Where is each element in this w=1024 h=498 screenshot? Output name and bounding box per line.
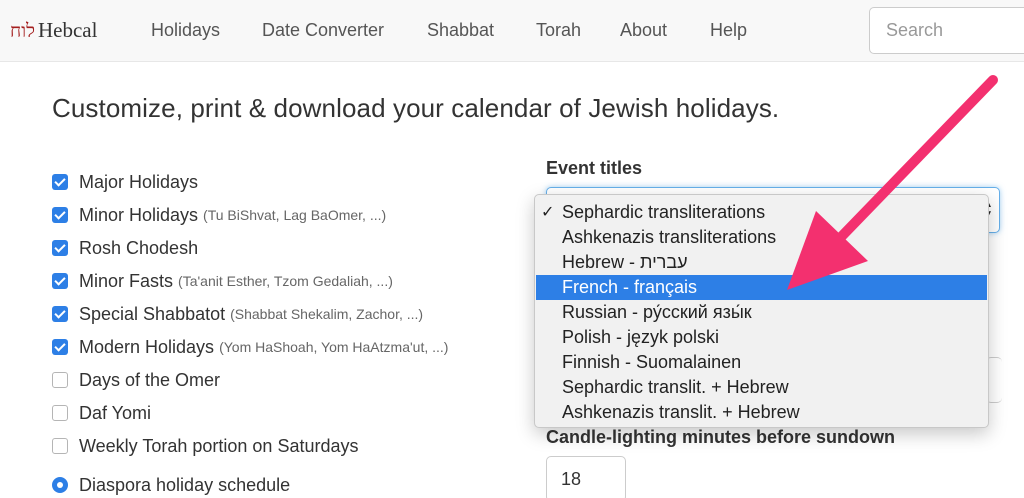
holiday-checkbox[interactable] — [52, 405, 68, 421]
dropdown-option-label: Ashkenazis translit. + Hebrew — [562, 402, 800, 422]
dropdown-option-label: Hebrew - עברית — [562, 252, 688, 272]
holiday-option-label: Minor Holidays — [79, 204, 199, 225]
holiday-option-hint: (Tu BiShvat, Lag BaOmer, ...) — [203, 207, 387, 223]
holiday-option[interactable]: Minor Holidays (Tu BiShvat, Lag BaOmer, .… — [52, 204, 386, 226]
holiday-checkbox[interactable] — [52, 273, 68, 289]
holiday-option-label: Daf Yomi — [79, 402, 152, 423]
holiday-checkbox[interactable] — [52, 207, 68, 223]
nav-date-converter[interactable]: Date Converter — [262, 20, 384, 41]
nav-shabbat[interactable]: Shabbat — [427, 20, 494, 41]
dropdown-option-label: Finnish - Suomalainen — [562, 352, 742, 372]
dropdown-option[interactable]: Finnish - Suomalainen — [535, 350, 988, 375]
holiday-option[interactable]: Modern Holidays (Yom HaShoah, Yom HaAtzma… — [52, 336, 448, 358]
dropdown-option[interactable]: French - français — [536, 275, 987, 300]
holiday-option-label: Major Holidays — [79, 171, 199, 192]
search-input[interactable] — [869, 7, 1024, 54]
dropdown-option[interactable]: Ashkenazis translit. + Hebrew — [535, 400, 988, 425]
holiday-option[interactable]: Daf Yomi — [52, 402, 151, 424]
holiday-option[interactable]: Special Shabbatot (Shabbat Shekalim, Zach… — [52, 303, 423, 325]
holiday-option[interactable]: Days of the Omer — [52, 369, 220, 391]
dropdown-option-label: Russian - ру́сский язы́к — [562, 302, 752, 322]
brand-logo[interactable]: לוח Hebcal — [10, 18, 97, 43]
dropdown-option[interactable]: Ashkenazis transliterations — [535, 225, 988, 250]
holiday-option-label: Minor Fasts — [79, 270, 174, 291]
holiday-option-hint: (Ta'anit Esther, Tzom Gedaliah, ...) — [178, 273, 393, 289]
checkmark-icon: ✓ — [541, 204, 555, 221]
logo-hebrew: לוח — [10, 20, 35, 42]
dropdown-option-label: French - français — [562, 277, 698, 297]
dropdown-option[interactable]: Russian - ру́сский язы́к — [535, 300, 988, 325]
holiday-option-label: Modern Holidays — [79, 336, 215, 357]
holiday-checkbox[interactable] — [52, 438, 68, 454]
holiday-option-hint: (Yom HaShoah, Yom HaAtzma'ut, ...) — [219, 339, 449, 355]
holiday-checkbox[interactable] — [52, 306, 68, 322]
event-titles-dropdown[interactable]: ✓ Sephardic transliterations Ashkenazis tr… — [534, 194, 989, 428]
holiday-checkbox[interactable] — [52, 339, 68, 355]
page-title: Customize, print & download your calenda… — [52, 93, 780, 123]
holiday-checkbox[interactable] — [52, 372, 68, 388]
dropdown-option[interactable]: Polish - język polski — [535, 325, 988, 350]
holiday-option-label: Days of the Omer — [79, 369, 221, 390]
dropdown-option-label: Ashkenazis transliterations — [562, 227, 777, 247]
holiday-option[interactable]: Weekly Torah portion on Saturdays — [52, 435, 359, 457]
candle-lighting-label: Candle-lighting minutes before sundown — [546, 427, 895, 447]
holiday-checkbox[interactable] — [52, 240, 68, 256]
diaspora-radio[interactable] — [52, 477, 68, 493]
holiday-option[interactable]: Minor Fasts (Ta'anit Esther, Tzom Gedalia… — [52, 270, 393, 292]
logo-text: Hebcal — [38, 18, 98, 42]
nav-help[interactable]: Help — [710, 20, 747, 41]
diaspora-label: Diaspora holiday schedule — [79, 474, 291, 495]
event-titles-label: Event titles — [546, 158, 643, 178]
dropdown-option[interactable]: ✓ Sephardic transliterations — [535, 200, 988, 225]
holiday-checkbox[interactable] — [52, 174, 68, 190]
nav-holidays[interactable]: Holidays — [151, 20, 220, 41]
nav-about[interactable]: About — [620, 20, 667, 41]
dropdown-option-label: Polish - język polski — [562, 327, 720, 347]
candle-lighting-minutes-input[interactable] — [546, 456, 626, 498]
holiday-option-label: Weekly Torah portion on Saturdays — [79, 435, 359, 456]
diaspora-schedule-option[interactable]: Diaspora holiday schedule — [52, 474, 290, 496]
holiday-option-hint: (Shabbat Shekalim, Zachor, ...) — [230, 306, 424, 322]
nav-torah[interactable]: Torah — [536, 20, 581, 41]
dropdown-option[interactable]: Sephardic translit. + Hebrew — [535, 375, 988, 400]
holiday-option-label: Rosh Chodesh — [79, 237, 199, 258]
holiday-option[interactable]: Major Holidays — [52, 171, 198, 193]
dropdown-option-label: Sephardic transliterations — [562, 202, 766, 222]
top-navbar: לוח Hebcal Holidays Date Converter Shabb… — [0, 0, 1024, 62]
dropdown-option-label: Sephardic translit. + Hebrew — [562, 377, 789, 397]
holiday-option-label: Special Shabbatot — [79, 303, 226, 324]
holiday-option[interactable]: Rosh Chodesh — [52, 237, 198, 259]
dropdown-option[interactable]: Hebrew - עברית — [535, 250, 988, 275]
